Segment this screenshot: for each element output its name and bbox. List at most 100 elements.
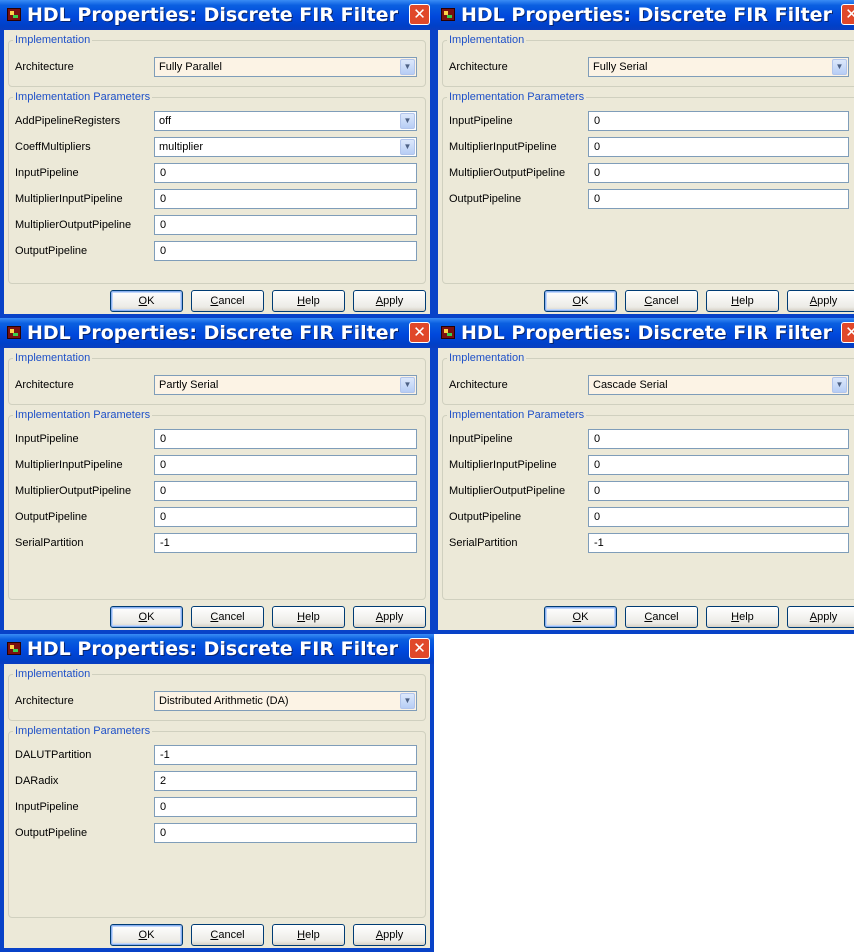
- close-button[interactable]: ✕: [409, 638, 430, 659]
- outputpipeline-input[interactable]: 0: [154, 823, 417, 843]
- inputpipeline-input[interactable]: 0: [154, 797, 417, 817]
- architecture-value: Fully Serial: [593, 61, 648, 73]
- param-row-outputpipeline: OutputPipeline 0: [9, 823, 425, 843]
- param-label: MultiplierInputPipeline: [449, 459, 557, 471]
- help-button[interactable]: Help: [706, 290, 779, 312]
- architecture-value: Partly Serial: [159, 379, 219, 391]
- close-button[interactable]: ✕: [409, 322, 430, 343]
- help-button[interactable]: Help: [272, 606, 345, 628]
- param-label: MultiplierInputPipeline: [449, 141, 557, 153]
- close-button[interactable]: ✕: [841, 322, 854, 343]
- param-label: MultiplierOutputPipeline: [449, 167, 566, 179]
- param-row-inputpipeline: InputPipeline 0: [443, 111, 854, 131]
- title-bar[interactable]: HDL Properties: Discrete FIR Filter ✕: [0, 0, 434, 30]
- param-label: MultiplierOutputPipeline: [15, 485, 132, 497]
- cancel-button[interactable]: Cancel: [191, 290, 264, 312]
- param-label: CoeffMultipliers: [15, 141, 91, 153]
- architecture-value: Distributed Arithmetic (DA): [159, 695, 289, 707]
- architecture-row: Architecture Partly Serial ▼: [9, 375, 425, 395]
- inputpipeline-input[interactable]: 0: [154, 163, 417, 183]
- inputpipeline-input[interactable]: 0: [588, 429, 849, 449]
- title-bar[interactable]: HDL Properties: Discrete FIR Filter ✕: [0, 634, 434, 664]
- cancel-button[interactable]: Cancel: [625, 606, 698, 628]
- serialpartition-input[interactable]: -1: [154, 533, 417, 553]
- help-button[interactable]: Help: [706, 606, 779, 628]
- param-row-multiplieroutputpipeline: MultiplierOutputPipeline 0: [9, 215, 425, 235]
- chevron-down-icon[interactable]: ▼: [400, 59, 415, 75]
- serialpartition-input[interactable]: -1: [588, 533, 849, 553]
- param-label: OutputPipeline: [15, 827, 88, 839]
- multiplieroutputpipeline-input[interactable]: 0: [588, 481, 849, 501]
- architecture-dropdown[interactable]: Fully Serial ▼: [588, 57, 849, 77]
- architecture-label: Architecture: [449, 61, 508, 73]
- apply-button[interactable]: Apply: [787, 290, 854, 312]
- apply-button[interactable]: Apply: [787, 606, 854, 628]
- help-button[interactable]: Help: [272, 924, 345, 946]
- architecture-dropdown[interactable]: Cascade Serial ▼: [588, 375, 849, 395]
- implementation-parameters-group: Implementation Parameters AddPipelineReg…: [8, 91, 426, 284]
- param-label: MultiplierInputPipeline: [15, 459, 123, 471]
- chevron-down-icon[interactable]: ▼: [400, 139, 415, 155]
- architecture-dropdown[interactable]: Distributed Arithmetic (DA) ▼: [154, 691, 417, 711]
- param-row-multiplierinputpipeline: MultiplierInputPipeline 0: [9, 455, 425, 475]
- dialog-client-area: Implementation Architecture Fully Parall…: [4, 30, 430, 314]
- ok-button[interactable]: OK: [544, 290, 617, 312]
- close-button[interactable]: ✕: [409, 4, 430, 25]
- apply-button[interactable]: Apply: [353, 290, 426, 312]
- cancel-button[interactable]: Cancel: [191, 606, 264, 628]
- outputpipeline-input[interactable]: 0: [588, 507, 849, 527]
- param-row-multiplierinputpipeline: MultiplierInputPipeline 0: [9, 189, 425, 209]
- multiplieroutputpipeline-input[interactable]: 0: [154, 215, 417, 235]
- multiplierinputpipeline-input[interactable]: 0: [154, 189, 417, 209]
- inputpipeline-input[interactable]: 0: [588, 111, 849, 131]
- implementation-parameters-group-label: Implementation Parameters: [447, 409, 587, 422]
- chevron-down-icon[interactable]: ▼: [400, 693, 415, 709]
- outputpipeline-input[interactable]: 0: [154, 241, 417, 261]
- title-bar[interactable]: HDL Properties: Discrete FIR Filter ✕: [0, 318, 434, 348]
- dalutpartition-input[interactable]: -1: [154, 745, 417, 765]
- dialog-title: HDL Properties: Discrete FIR Filter: [27, 638, 398, 660]
- ok-button[interactable]: OK: [544, 606, 617, 628]
- chevron-down-icon[interactable]: ▼: [832, 377, 847, 393]
- apply-button[interactable]: Apply: [353, 606, 426, 628]
- ok-button[interactable]: OK: [110, 290, 183, 312]
- cancel-button[interactable]: Cancel: [625, 290, 698, 312]
- multiplierinputpipeline-input[interactable]: 0: [154, 455, 417, 475]
- chevron-down-icon[interactable]: ▼: [400, 113, 415, 129]
- param-row-dalutpartition: DALUTPartition -1: [9, 745, 425, 765]
- param-row-serialpartition: SerialPartition -1: [443, 533, 854, 553]
- implementation-group-label: Implementation: [13, 352, 93, 365]
- multiplieroutputpipeline-input[interactable]: 0: [588, 163, 849, 183]
- param-label: InputPipeline: [15, 433, 79, 445]
- ok-button[interactable]: OK: [110, 924, 183, 946]
- cancel-button[interactable]: Cancel: [191, 924, 264, 946]
- implementation-parameters-group-label: Implementation Parameters: [13, 725, 153, 738]
- coeffmultipliers-dropdown[interactable]: multiplier ▼: [154, 137, 417, 157]
- param-row-outputpipeline: OutputPipeline 0: [443, 507, 854, 527]
- title-bar[interactable]: HDL Properties: Discrete FIR Filter ✕: [434, 0, 854, 30]
- chevron-down-icon[interactable]: ▼: [400, 377, 415, 393]
- chevron-down-icon[interactable]: ▼: [832, 59, 847, 75]
- param-row-addpipelineregisters: AddPipelineRegisters off ▼: [9, 111, 425, 131]
- architecture-value: Fully Parallel: [159, 61, 222, 73]
- outputpipeline-input[interactable]: 0: [588, 189, 849, 209]
- apply-button[interactable]: Apply: [353, 924, 426, 946]
- multiplieroutputpipeline-input[interactable]: 0: [154, 481, 417, 501]
- implementation-group: Implementation Architecture Fully Parall…: [8, 34, 426, 87]
- architecture-dropdown[interactable]: Fully Parallel ▼: [154, 57, 417, 77]
- title-bar[interactable]: HDL Properties: Discrete FIR Filter ✕: [434, 318, 854, 348]
- architecture-dropdown[interactable]: Partly Serial ▼: [154, 375, 417, 395]
- hdl-properties-dialog-2: HDL Properties: Discrete FIR Filter ✕ Im…: [434, 0, 854, 318]
- inputpipeline-input[interactable]: 0: [154, 429, 417, 449]
- param-label: DALUTPartition: [15, 749, 92, 761]
- multiplierinputpipeline-input[interactable]: 0: [588, 137, 849, 157]
- daradix-input[interactable]: 2: [154, 771, 417, 791]
- implementation-group-label: Implementation: [447, 352, 527, 365]
- help-button[interactable]: Help: [272, 290, 345, 312]
- ok-button[interactable]: OK: [110, 606, 183, 628]
- param-label: OutputPipeline: [449, 193, 522, 205]
- close-button[interactable]: ✕: [841, 4, 854, 25]
- outputpipeline-input[interactable]: 0: [154, 507, 417, 527]
- addpipelineregisters-dropdown[interactable]: off ▼: [154, 111, 417, 131]
- multiplierinputpipeline-input[interactable]: 0: [588, 455, 849, 475]
